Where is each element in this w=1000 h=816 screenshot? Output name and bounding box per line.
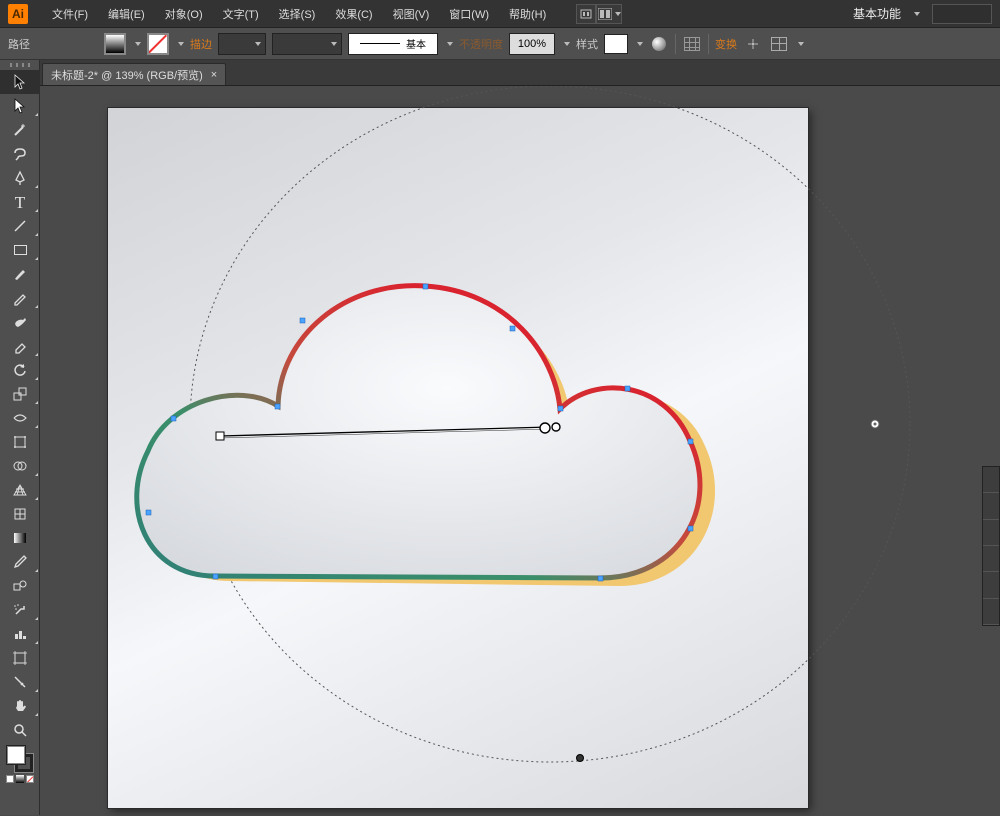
- collapsed-right-panel[interactable]: [982, 466, 1000, 626]
- style-label: 样式: [576, 36, 598, 52]
- column-graph-tool[interactable]: [0, 622, 40, 646]
- bridge-icon[interactable]: [576, 4, 596, 24]
- menu-view[interactable]: 视图(V): [383, 0, 440, 28]
- arrange-docs-dropdown[interactable]: [596, 4, 622, 24]
- gradient-tool[interactable]: [0, 526, 40, 550]
- menu-window[interactable]: 窗口(W): [439, 0, 499, 28]
- hand-tool[interactable]: [0, 694, 40, 718]
- app-logo: Ai: [8, 4, 28, 24]
- recolor-artwork-icon[interactable]: [649, 34, 669, 54]
- perspective-grid-tool[interactable]: [0, 478, 40, 502]
- rectangle-tool[interactable]: [0, 238, 40, 262]
- control-overflow-caret[interactable]: [798, 42, 804, 46]
- tools-panel-grip[interactable]: [0, 60, 39, 70]
- shape-builder-tool[interactable]: [0, 454, 40, 478]
- mesh-tool[interactable]: [0, 502, 40, 526]
- magic-wand-tool[interactable]: [0, 118, 40, 142]
- selection-type-label: 路径: [8, 36, 42, 52]
- type-tool[interactable]: T: [0, 190, 40, 214]
- width-tool[interactable]: [0, 406, 40, 430]
- graphic-style-caret[interactable]: [637, 42, 643, 46]
- tools-panel: T: [0, 60, 40, 815]
- eraser-tool[interactable]: [0, 334, 40, 358]
- blob-brush-tool[interactable]: [0, 310, 40, 334]
- zoom-tool[interactable]: [0, 718, 40, 742]
- pixel-snap-icon[interactable]: [769, 34, 789, 54]
- color-mode-icon[interactable]: [6, 775, 14, 783]
- document-tab[interactable]: 未标题-2* @ 139% (RGB/预览) ×: [42, 63, 226, 85]
- stroke-weight-field[interactable]: [218, 33, 266, 55]
- isolate-icon[interactable]: [743, 34, 763, 54]
- gradient-mode-icon[interactable]: [16, 775, 24, 783]
- fill-stroke-block[interactable]: [0, 742, 40, 787]
- menu-type[interactable]: 文字(T): [213, 0, 269, 28]
- toolbox-fill-swatch[interactable]: [7, 746, 25, 764]
- stroke-swatch-caret[interactable]: [178, 42, 184, 46]
- pencil-tool[interactable]: [0, 286, 40, 310]
- workspace-switcher-caret[interactable]: [914, 12, 920, 16]
- opacity-panel-link[interactable]: 不透明度: [459, 36, 503, 52]
- none-mode-icon[interactable]: [26, 775, 34, 783]
- document-tab-title: 未标题-2* @ 139% (RGB/预览): [51, 67, 203, 83]
- opacity-value: 100%: [518, 38, 546, 50]
- menu-effect[interactable]: 效果(C): [325, 0, 382, 28]
- scale-tool[interactable]: [0, 382, 40, 406]
- menu-select[interactable]: 选择(S): [269, 0, 326, 28]
- pen-tool[interactable]: [0, 166, 40, 190]
- stroke-panel-link[interactable]: 描边: [190, 36, 212, 52]
- document-tab-bar: 未标题-2* @ 139% (RGB/预览) ×: [0, 60, 1000, 86]
- menu-bar: Ai 文件(F) 编辑(E) 对象(O) 文字(T) 选择(S) 效果(C) 视…: [0, 0, 1000, 28]
- align-panel-icon[interactable]: [682, 34, 702, 54]
- variable-width-profile[interactable]: [272, 33, 342, 55]
- blend-tool[interactable]: [0, 574, 40, 598]
- control-bar: 路径 描边 基本 不透明度 100% 样式 变换: [0, 28, 1000, 60]
- symbol-sprayer-tool[interactable]: [0, 598, 40, 622]
- workspace-switcher-label[interactable]: 基本功能: [853, 5, 901, 22]
- selection-tool[interactable]: [0, 70, 40, 94]
- direct-selection-tool[interactable]: [0, 94, 40, 118]
- separator: [675, 34, 676, 54]
- paintbrush-tool[interactable]: [0, 262, 40, 286]
- line-segment-tool[interactable]: [0, 214, 40, 238]
- canvas-artwork: [40, 86, 1000, 816]
- menu-object[interactable]: 对象(O): [155, 0, 213, 28]
- brush-definition-caret[interactable]: [447, 42, 453, 46]
- brush-definition[interactable]: 基本: [348, 33, 438, 55]
- eyedropper-tool[interactable]: [0, 550, 40, 574]
- artboard-tool[interactable]: [0, 646, 40, 670]
- fill-swatch[interactable]: [104, 33, 126, 55]
- menu-file[interactable]: 文件(F): [42, 0, 98, 28]
- slice-tool[interactable]: [0, 670, 40, 694]
- fill-swatch-caret[interactable]: [135, 42, 141, 46]
- transform-panel-link[interactable]: 变换: [715, 36, 737, 52]
- opacity-caret[interactable]: [564, 42, 570, 46]
- lasso-tool[interactable]: [0, 142, 40, 166]
- separator: [708, 34, 709, 54]
- graphic-style-swatch[interactable]: [604, 34, 628, 54]
- document-tab-close-icon[interactable]: ×: [211, 69, 217, 81]
- free-transform-tool[interactable]: [0, 430, 40, 454]
- document-stage[interactable]: [40, 86, 1000, 815]
- stroke-swatch[interactable]: [147, 33, 169, 55]
- rotate-tool[interactable]: [0, 358, 40, 382]
- menu-edit[interactable]: 编辑(E): [98, 0, 155, 28]
- opacity-field[interactable]: 100%: [509, 33, 555, 55]
- menubar-search-field[interactable]: [932, 4, 992, 24]
- menu-help[interactable]: 帮助(H): [499, 0, 556, 28]
